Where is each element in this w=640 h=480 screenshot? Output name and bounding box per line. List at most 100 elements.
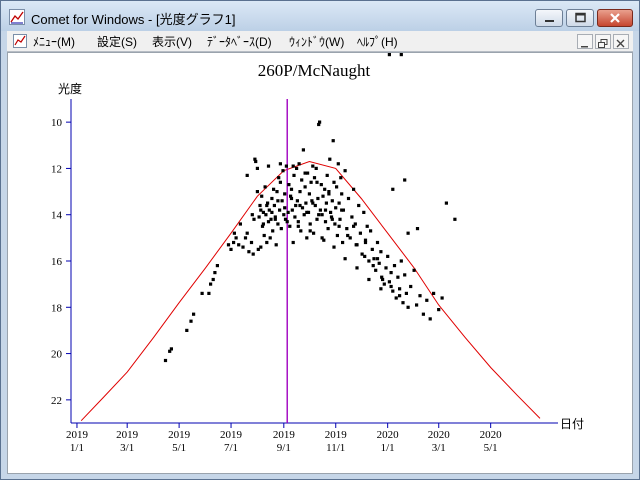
data-point <box>396 275 400 279</box>
data-point <box>399 53 403 57</box>
data-point <box>247 250 251 254</box>
data-point <box>352 187 356 191</box>
data-point <box>241 245 245 249</box>
data-point <box>261 222 265 226</box>
data-point <box>335 233 339 238</box>
x-tick-year: 2019 <box>273 429 296 441</box>
data-point <box>226 243 231 247</box>
menu-item-database[interactable]: ﾃﾞｰﾀﾍﾞｰｽ(D) <box>207 33 272 50</box>
x-tick-year: 2019 <box>116 429 139 441</box>
data-point <box>284 164 288 168</box>
data-point <box>363 240 368 245</box>
data-point <box>245 231 249 235</box>
data-point <box>185 328 189 332</box>
data-point <box>355 266 359 270</box>
data-point <box>323 220 328 224</box>
close-button[interactable] <box>597 9 633 27</box>
data-point <box>266 164 271 168</box>
data-point <box>291 240 295 245</box>
data-point <box>283 192 287 196</box>
data-point <box>324 201 328 205</box>
data-point <box>308 222 312 226</box>
data-point <box>260 194 264 198</box>
data-point <box>409 284 413 289</box>
data-point <box>276 222 280 226</box>
data-point <box>332 245 336 249</box>
chart-title: 260P/McNaught <box>258 61 371 80</box>
data-point <box>245 173 249 177</box>
data-point <box>354 243 358 247</box>
chart-area: 260P/McNaught 光度 日付 10 12 14 16 18 20 22 2019 1/… <box>7 52 633 474</box>
data-point <box>330 217 334 221</box>
data-point <box>320 213 324 217</box>
data-point <box>421 312 425 316</box>
x-tick-year: 2019 <box>325 429 348 441</box>
data-point <box>287 183 291 187</box>
data-point <box>340 192 344 196</box>
data-point <box>375 257 380 261</box>
menu-item-settings[interactable]: 設定(S) <box>97 33 137 50</box>
mdi-close-button[interactable] <box>613 34 629 49</box>
maximize-button[interactable] <box>566 9 594 27</box>
data-point <box>338 217 342 221</box>
data-point <box>335 185 339 189</box>
data-point <box>278 208 282 212</box>
data-point <box>294 203 298 208</box>
data-point <box>425 298 429 302</box>
data-point <box>275 190 279 194</box>
data-point <box>282 213 286 217</box>
data-point <box>346 196 351 201</box>
data-point <box>293 215 297 219</box>
data-point <box>318 208 322 212</box>
x-tick-date: 3/1 <box>120 442 134 454</box>
data-point <box>279 227 283 231</box>
data-point <box>330 199 334 203</box>
menu-item-window[interactable]: ｳｨﾝﾄﾞｳ(W) <box>289 33 344 50</box>
data-point <box>394 296 398 300</box>
y-tick-label: 18 <box>51 302 63 314</box>
data-point <box>312 176 317 180</box>
menu-item-menu[interactable]: ﾒﾆｭｰ(M) <box>33 33 75 50</box>
data-point <box>343 169 347 173</box>
title-bar[interactable]: Comet for Windows - [光度グラフ1] <box>1 1 639 31</box>
data-point <box>292 173 296 177</box>
x-tick-date: 1/1 <box>381 442 395 454</box>
data-point <box>346 233 350 238</box>
data-point <box>273 217 277 221</box>
data-point <box>272 203 276 208</box>
data-point <box>276 199 280 203</box>
data-point <box>350 215 354 219</box>
menu-item-view[interactable]: 表示(V) <box>152 33 192 50</box>
data-point <box>271 229 275 233</box>
data-point <box>432 291 436 295</box>
menu-item-help[interactable]: ﾍﾙﾌﾟ(H) <box>357 33 398 50</box>
data-point <box>329 210 333 214</box>
data-point <box>269 217 273 221</box>
data-point <box>295 166 299 170</box>
data-point <box>369 229 373 233</box>
data-point <box>258 203 262 208</box>
y-axis-label: 光度 <box>58 81 82 96</box>
data-point <box>379 287 383 291</box>
data-point <box>249 240 254 245</box>
x-tick-year: 2020 <box>428 429 451 441</box>
minimize-button[interactable] <box>535 9 563 27</box>
data-point <box>337 224 341 228</box>
chart-doc-icon[interactable] <box>13 34 27 48</box>
data-point <box>358 231 362 235</box>
data-point <box>372 257 376 261</box>
data-point <box>341 240 345 245</box>
data-point <box>257 215 261 219</box>
y-tick-label: 20 <box>51 349 63 361</box>
data-point <box>401 301 405 305</box>
data-point <box>323 187 327 191</box>
data-point <box>265 203 269 208</box>
maximize-icon <box>575 12 586 23</box>
mdi-minimize-button[interactable] <box>577 34 593 49</box>
data-point <box>281 169 285 173</box>
mdi-restore-button[interactable] <box>595 34 611 49</box>
y-tick-label: 22 <box>51 395 62 407</box>
data-point <box>309 180 313 184</box>
data-point <box>343 257 347 261</box>
data-point <box>291 164 295 168</box>
